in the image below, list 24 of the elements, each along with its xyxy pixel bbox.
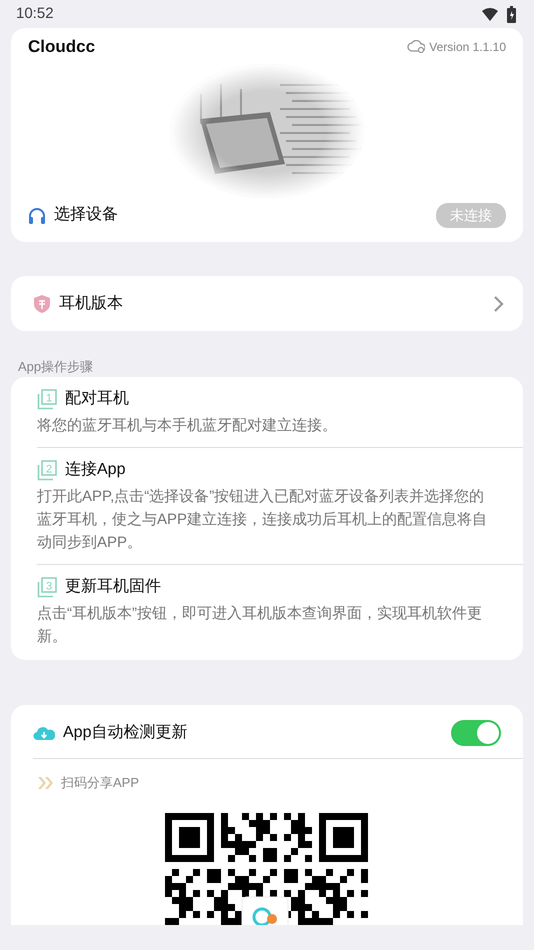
double-chevron-icon <box>37 776 53 790</box>
share-label: 扫码分享APP <box>61 774 140 792</box>
cloud-logo-icon <box>407 40 426 54</box>
select-device-link[interactable]: 选择设备 <box>54 203 118 227</box>
firmware-version-row[interactable]: 耳机版本 <box>11 276 523 331</box>
headphones-icon <box>28 206 46 224</box>
auto-update-label: App自动检测更新 <box>63 722 188 743</box>
app-title: Cloudcc <box>28 36 96 58</box>
step-description: 将您的蓝牙耳机与本手机蓝牙配对建立连接。 <box>37 416 338 436</box>
step-title: 更新耳机固件 <box>65 576 161 597</box>
wifi-icon <box>481 7 499 21</box>
cloud-download-icon <box>33 725 55 741</box>
shield-icon <box>33 294 51 314</box>
section-heading: App操作步骤 <box>17 358 94 376</box>
auto-update-toggle[interactable] <box>451 720 501 746</box>
status-time: 10:52 <box>16 4 54 24</box>
version-text: Version 1.1.10 <box>429 38 506 56</box>
step-description: 点击“耳机版本”按钮，即可进入耳机版本查询界面，实现耳机软件更新。 <box>37 604 483 647</box>
chevron-right-icon <box>493 294 505 312</box>
battery-icon <box>507 6 516 22</box>
step-description: 打开此APP,点击“选择设备”按钮进入已配对蓝牙设备列表并选择您的蓝牙耳机，使之与APP建立连接，连接成功后耳机上的配置信息将自动同步到APP。 <box>37 487 488 553</box>
step-title: 配对耳机 <box>65 388 129 409</box>
step-title: 连接App <box>65 460 126 480</box>
firmware-version-label: 耳机版本 <box>59 294 123 314</box>
